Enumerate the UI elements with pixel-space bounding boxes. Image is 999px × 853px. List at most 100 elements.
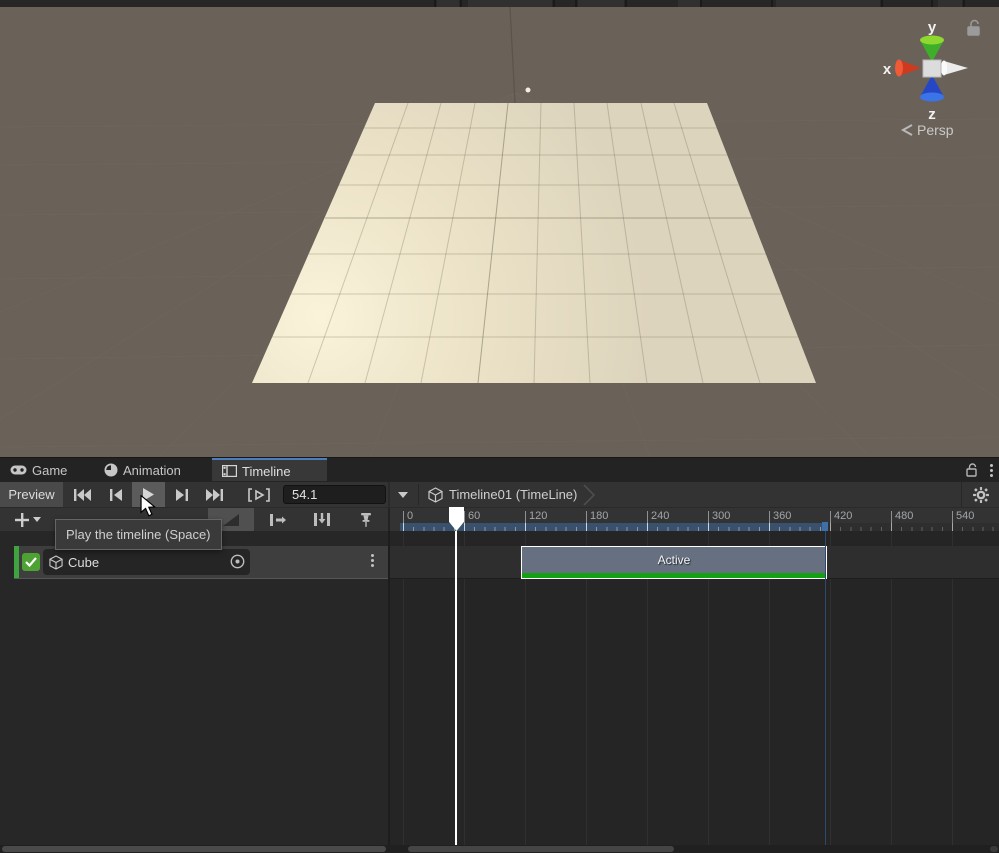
gizmo-y-label: y (928, 19, 937, 36)
ruler-label: 60 (464, 510, 480, 523)
light-gizmo-dot (525, 87, 531, 93)
scene-view[interactable]: y x z Persp (0, 7, 999, 457)
film-icon (222, 465, 237, 477)
ruler-label: 420 (830, 510, 852, 523)
scene-toolbar-strip (0, 0, 999, 7)
skip-to-end-button[interactable] (198, 482, 231, 507)
mix-mode-icon (223, 513, 239, 526)
ruler-label: 240 (647, 510, 669, 523)
scene-render: y x z Persp (0, 7, 999, 457)
time-unit-dropdown[interactable] (392, 482, 414, 507)
skip-start-icon (74, 488, 91, 501)
dropdown-arrow-icon (398, 491, 408, 498)
panel-divider (388, 531, 390, 845)
previous-frame-button[interactable] (99, 482, 132, 507)
timeline-end-marker[interactable] (822, 522, 828, 531)
toolbar-segment (938, 0, 962, 7)
ripple-mode-icon (270, 513, 286, 526)
breadcrumb-label: Timeline01 (TimeLine) (449, 487, 578, 502)
dropdown-arrow-icon (33, 517, 41, 522)
clip-active-strip (522, 573, 826, 578)
tooltip: Play the timeline (Space) (55, 519, 222, 550)
plus-icon (15, 512, 29, 527)
lock-open-icon[interactable] (966, 463, 978, 477)
toolbar-segment (437, 0, 459, 7)
gizmo-persp-label: Persp (917, 122, 954, 138)
chevron-icon (583, 483, 596, 506)
toolbar-segment (578, 0, 624, 7)
track-headers-area: Cube (0, 531, 388, 845)
kebab-menu-icon[interactable] (990, 463, 993, 477)
clips-h-scrollbar[interactable] (408, 846, 674, 852)
ruler-label: 300 (708, 510, 730, 523)
ruler-label: 120 (525, 510, 547, 523)
play-range-button[interactable] (242, 482, 276, 507)
play-range-icon (248, 487, 270, 502)
timeline-panel: Game Animation Timeline Preview 54.1 Tim… (0, 457, 999, 853)
ruler-label: 360 (769, 510, 791, 523)
pin-markers-button[interactable] (344, 508, 388, 531)
ripple-mode-button[interactable] (256, 508, 300, 531)
timeline-end-line (825, 531, 826, 845)
tab-label: Animation (123, 462, 181, 478)
skip-to-start-button[interactable] (66, 482, 99, 507)
cursor-icon (140, 494, 157, 522)
track-name: Cube (68, 554, 100, 570)
tab-label: Timeline (242, 463, 291, 479)
clock-icon (104, 463, 118, 477)
headers-h-scrollbar[interactable] (2, 846, 386, 852)
gizmo-x-label: x (883, 61, 892, 78)
activation-clip[interactable]: Active (521, 546, 827, 579)
add-track-button[interactable] (6, 508, 50, 531)
time-field[interactable]: 54.1 (283, 485, 386, 504)
pin-icon (361, 512, 371, 527)
track-mute-checkbox[interactable] (22, 553, 40, 571)
panel-tabbar: Game Animation Timeline (0, 457, 999, 482)
object-picker-icon[interactable] (230, 554, 245, 569)
panel-divider (388, 482, 390, 507)
gamepad-icon (10, 464, 27, 476)
cube-icon (49, 554, 63, 570)
panel-divider (418, 484, 419, 505)
tooltip-text: Play the timeline (Space) (66, 527, 211, 542)
track-options-kebab-icon[interactable] (371, 554, 374, 567)
track-name-box[interactable]: Cube (43, 549, 250, 575)
clip-label: Active (657, 553, 691, 567)
preview-toggle-button[interactable]: Preview (0, 482, 63, 507)
gizmo-z-label: z (928, 106, 936, 123)
next-frame-button[interactable] (165, 482, 198, 507)
next-frame-icon (175, 488, 188, 501)
skip-end-icon (206, 488, 223, 501)
toolbar-segment (468, 0, 552, 7)
clips-area[interactable]: Active (390, 531, 999, 845)
playhead-line (455, 531, 457, 845)
tab-timeline[interactable]: Timeline (212, 458, 327, 482)
breadcrumb[interactable]: Timeline01 (TimeLine) (428, 482, 596, 507)
gear-icon (973, 486, 989, 503)
tab-game[interactable]: Game (0, 458, 77, 482)
time-value: 54.1 (292, 487, 318, 502)
ruler-label: 540 (952, 510, 974, 523)
timeline-content: Cube Active (0, 531, 999, 845)
unity-editor-window: y x z Persp Game Animation Timeline Prev… (0, 0, 999, 853)
resize-grip[interactable] (990, 846, 998, 852)
prev-frame-icon (109, 488, 122, 501)
cube-icon (428, 486, 443, 503)
timeline-ruler[interactable]: 0 60 120 180 240 300 360 420 480 540 (390, 508, 999, 532)
lock-open-icon (967, 19, 980, 36)
ruler-label: 0 (403, 510, 413, 523)
checkmark-icon (25, 557, 37, 567)
ground-plane (252, 103, 816, 383)
tab-animation[interactable]: Animation (94, 458, 191, 482)
toolbar-segment (678, 0, 700, 7)
track-row[interactable]: Cube (14, 546, 388, 579)
tab-label: Game (32, 462, 68, 478)
track-color-bar (14, 546, 19, 578)
scrollbar-strip (0, 845, 999, 853)
replace-mode-button[interactable] (300, 508, 344, 531)
ruler-label: 180 (586, 510, 608, 523)
panel-divider (961, 482, 962, 507)
toolbar-segment (776, 0, 880, 7)
settings-gear-button[interactable] (963, 482, 999, 507)
replace-mode-icon (314, 513, 330, 526)
